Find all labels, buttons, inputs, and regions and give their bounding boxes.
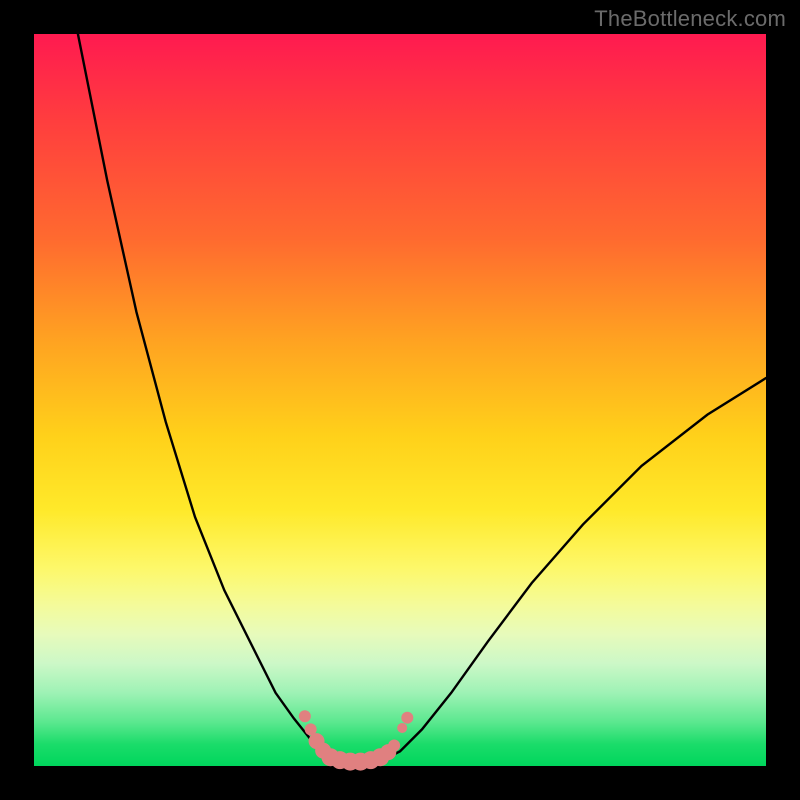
curve-markers	[299, 710, 413, 770]
plot-area	[34, 34, 766, 766]
chart-frame: TheBottleneck.com	[0, 0, 800, 800]
bottleneck-curve	[78, 34, 766, 762]
curve-layer	[34, 34, 766, 766]
curve-marker	[299, 710, 311, 722]
curve-marker	[401, 712, 413, 724]
watermark-text: TheBottleneck.com	[594, 6, 786, 32]
curve-marker	[388, 740, 400, 752]
curve-marker	[397, 723, 407, 733]
